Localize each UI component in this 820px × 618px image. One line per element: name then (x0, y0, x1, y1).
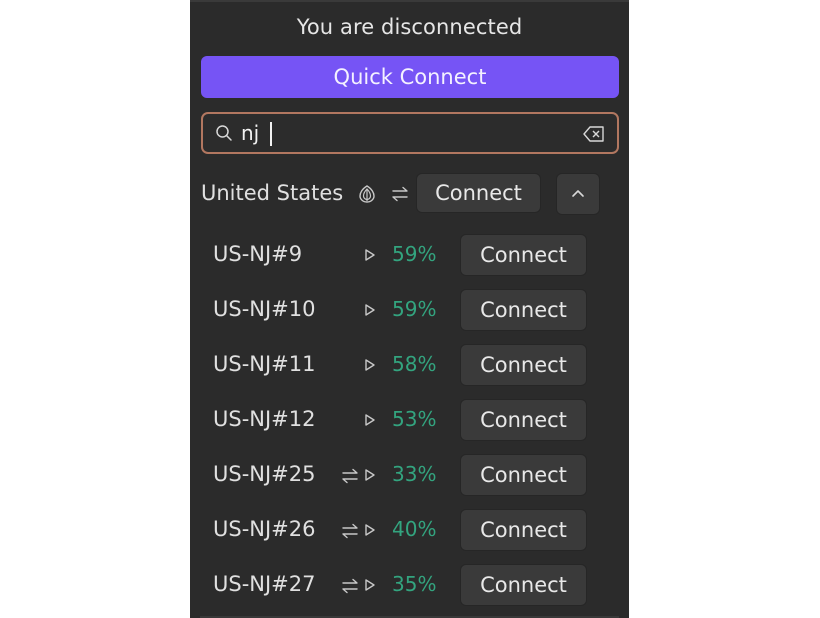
server-name: US-NJ#11 (213, 352, 316, 376)
server-row: US-NJ#11 58% Connect (190, 344, 629, 386)
p2p-arrows-icon (342, 468, 358, 484)
server-connect-button[interactable]: Connect (460, 564, 587, 606)
quick-connect-button[interactable]: Quick Connect (201, 56, 619, 98)
server-name: US-NJ#9 (213, 242, 303, 266)
server-load: 33% (392, 462, 437, 486)
collapse-country-button[interactable] (556, 173, 600, 215)
backspace-clear-icon[interactable] (583, 126, 605, 142)
top-divider (190, 0, 629, 2)
search-input[interactable] (241, 118, 571, 148)
tor-onion-icon (359, 185, 375, 203)
server-name: US-NJ#26 (213, 517, 316, 541)
server-name: US-NJ#10 (213, 297, 316, 321)
server-connect-button[interactable]: Connect (460, 509, 587, 551)
server-load: 58% (392, 352, 437, 376)
server-load: 59% (392, 242, 437, 266)
streaming-play-icon (365, 524, 375, 536)
country-connect-button[interactable]: Connect (416, 173, 541, 213)
server-connect-button[interactable]: Connect (460, 454, 587, 496)
server-row: US-NJ#25 33% Connect (190, 454, 629, 496)
streaming-play-icon (365, 359, 375, 371)
search-icon (216, 125, 232, 141)
vpn-panel: You are disconnected Quick Connect Unite… (190, 0, 629, 618)
server-load: 40% (392, 517, 437, 541)
streaming-play-icon (365, 414, 375, 426)
server-connect-button[interactable]: Connect (460, 289, 587, 331)
connection-status: You are disconnected (296, 15, 523, 39)
server-name: US-NJ#12 (213, 407, 316, 431)
country-name: United States (201, 181, 344, 205)
server-row: US-NJ#9 59% Connect (190, 234, 629, 276)
streaming-play-icon (365, 579, 375, 591)
server-name: US-NJ#25 (213, 462, 316, 486)
server-name: US-NJ#27 (213, 572, 316, 596)
server-connect-button[interactable]: Connect (460, 399, 587, 441)
streaming-play-icon (365, 469, 375, 481)
server-load: 59% (392, 297, 437, 321)
server-row: US-NJ#27 35% Connect (190, 564, 629, 606)
server-load: 53% (392, 407, 437, 431)
server-row: US-NJ#26 40% Connect (190, 509, 629, 551)
p2p-arrows-icon (342, 578, 358, 594)
server-connect-button[interactable]: Connect (460, 234, 587, 276)
server-connect-button[interactable]: Connect (460, 344, 587, 386)
streaming-play-icon (365, 249, 375, 261)
text-caret (270, 122, 272, 146)
server-row: US-NJ#10 59% Connect (190, 289, 629, 331)
p2p-arrows-icon (342, 523, 358, 539)
server-load: 35% (392, 572, 437, 596)
chevron-up-icon (572, 190, 584, 197)
server-row: US-NJ#12 53% Connect (190, 399, 629, 441)
streaming-play-icon (365, 304, 375, 316)
p2p-arrows-icon (392, 186, 408, 202)
search-box (201, 112, 619, 154)
country-row: United States Connect (190, 173, 629, 215)
